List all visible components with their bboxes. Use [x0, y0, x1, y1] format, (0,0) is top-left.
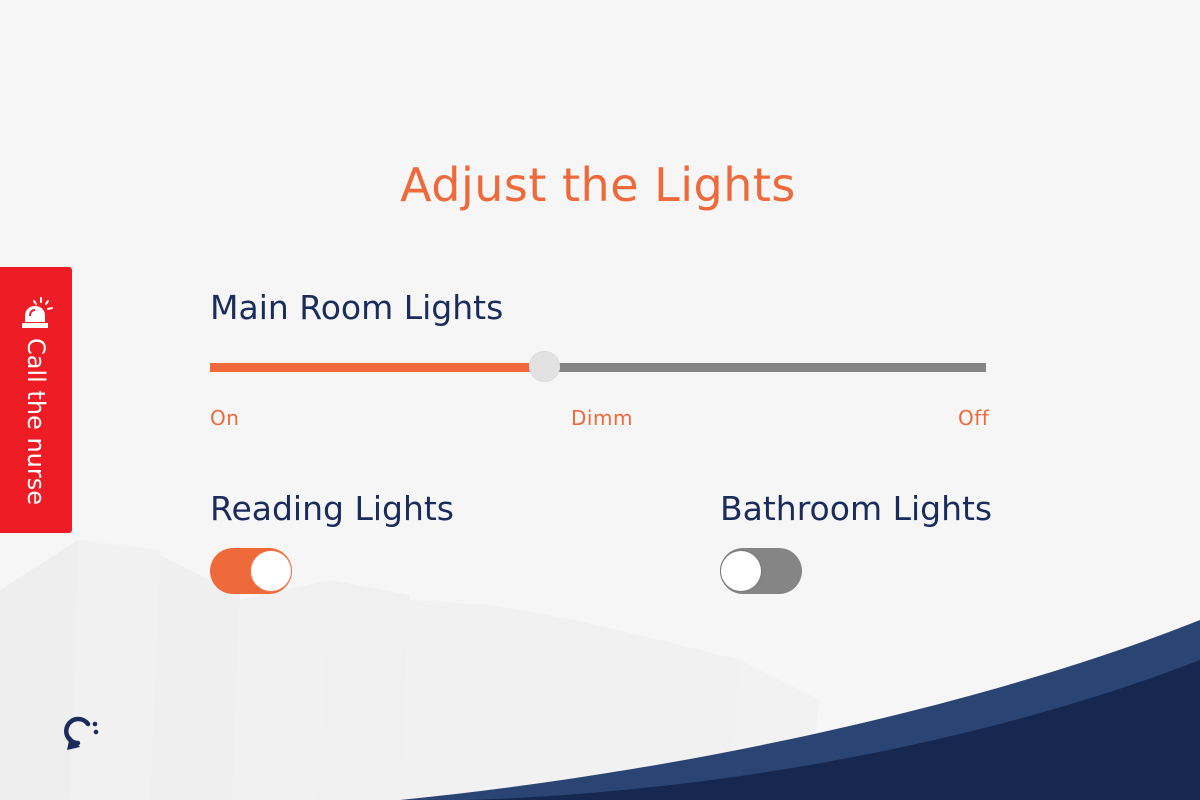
slider-tick-dimm: Dimm — [571, 406, 633, 430]
reading-lights-label: Reading Lights — [210, 489, 454, 528]
reading-lights-toggle[interactable] — [210, 548, 292, 594]
slider-tick-on: On — [210, 406, 240, 430]
main-room-lights-slider[interactable] — [210, 351, 986, 383]
toggle-knob — [721, 551, 761, 591]
siren-icon — [22, 297, 53, 328]
rotate-arrow-logo — [64, 716, 99, 750]
toggle-knob — [251, 551, 291, 591]
slider-tick-off: Off — [958, 406, 990, 430]
page-title: Adjust the Lights — [400, 158, 796, 212]
call-nurse-label: Call the nurse — [22, 338, 50, 506]
main-room-lights-label: Main Room Lights — [210, 288, 504, 327]
call-nurse-button[interactable]: Call the nurse — [0, 267, 72, 533]
bathroom-lights-label: Bathroom Lights — [720, 489, 993, 528]
background-decoration — [0, 540, 1200, 800]
bathroom-lights-toggle[interactable] — [720, 548, 802, 594]
slider-thumb[interactable] — [529, 351, 560, 382]
slider-fill — [210, 363, 544, 372]
